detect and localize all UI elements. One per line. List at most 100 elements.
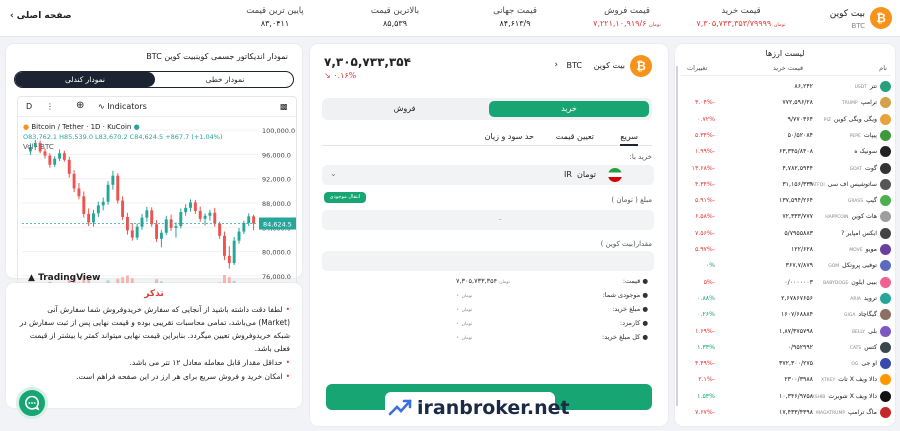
summary-value: ۷,۳۰۵,۷۳۳,۳۵۴ تومان xyxy=(456,277,510,285)
coin-icon xyxy=(880,276,891,288)
coin-icon xyxy=(880,178,891,190)
coin-list-row[interactable]: گیپGRASS ۱۳۷,۵۹۴/۲۶۴ ۵.۹۱%- xyxy=(681,193,891,208)
coin-list-row[interactable]: دالا ویف X شوبرتXSHIB ۱۰,۳۴۶/۹۷۵۸ ۱.۵۳% xyxy=(681,389,891,404)
coin-amount-input[interactable] xyxy=(322,251,654,271)
stat-low: پایین ترین قیمت ۸۳,۰۴۱۱ xyxy=(246,6,304,28)
coin-list-row[interactable]: ساتوشیس اف سیSATFOI ۳۱,۱۵۶/۳۳۹ ۴.۳۴%- xyxy=(681,177,891,192)
iran-flag-icon xyxy=(608,168,622,182)
coin-list-row[interactable]: توفیی پروتکلGOM ۳۶۷,۷/۸۷۹ ۰% xyxy=(681,258,891,273)
tab-limit[interactable]: تعیین قیمت xyxy=(556,132,594,141)
indicators-icon: ∿ xyxy=(98,102,105,111)
candle-body xyxy=(140,217,144,227)
tab-stop[interactable]: حد سود و زیان xyxy=(485,132,534,141)
amount-input[interactable]: ۰ xyxy=(322,210,654,230)
coin-icon xyxy=(880,309,891,321)
candle-body xyxy=(106,184,110,202)
indicators-button[interactable]: ∿ Indicators xyxy=(98,102,147,111)
coin-list-row[interactable]: دالا ویف X تاتXTKEY ۲۳۰۰/۳۹۸۸ ۲.۱%- xyxy=(681,372,891,387)
interval-button[interactable]: D xyxy=(26,102,32,111)
tradingview-widget[interactable]: 100,000.096,000.092,000.088,000.084,000.… xyxy=(17,96,297,309)
summary-key: ● کارمزد: xyxy=(619,319,648,327)
coin-list-row[interactable]: بلیBELLY ۱,۸۷/۳۷۵۷۹۸ ۱.۶۹%- xyxy=(681,324,891,339)
summary-key: ● قیمت: xyxy=(622,277,648,285)
candle-body xyxy=(189,202,192,208)
currency-select[interactable]: تومان IR ⌄ xyxy=(322,165,654,185)
stat-buy-price: قیمت خرید تومان ۷,۳۰۵,۷۳۳,۳۵۳/۷۹۹۹۹ xyxy=(696,6,786,28)
candle-body xyxy=(145,210,149,218)
coin-list-row[interactable]: تترUSDT ۸۶,۲۴۲ xyxy=(681,79,891,94)
coin-list-row[interactable]: گیگاچادGIGA ۱۶۰۷/۶۸۸۸۴ ۰.۲۶% xyxy=(681,307,891,322)
candle-body xyxy=(218,223,222,236)
candle-body xyxy=(203,215,207,219)
summary-value: ۰ تومان xyxy=(456,305,473,313)
candle-body xyxy=(121,200,125,217)
sell-tab[interactable]: فروش xyxy=(322,98,487,120)
coin-icon xyxy=(880,260,891,272)
notice-card: تذکر •لطفا دقت داشته باشید از آنجایی که … xyxy=(6,283,302,408)
chevron-right-icon: › xyxy=(554,60,558,70)
camera-icon[interactable]: ▩ xyxy=(280,102,288,111)
stat-high: بالاترین قیمت ۸۵,۵۳۹ xyxy=(370,6,420,28)
order-type-tabs: سریع تعیین قیمت حد سود و زیان xyxy=(322,130,652,146)
coin-icon xyxy=(880,341,891,353)
trade-card: ۷,۳۰۵,۷۳۳,۳۵۴ ↘ ۰.۱۶% ₿ بیت کوین BTC › ف… xyxy=(310,44,668,426)
coin-icon xyxy=(880,162,891,174)
coin-list-row[interactable]: ماگ ترامپMAGATRUMP ۱۷,۴۳۳/۴۳۹۸ ۷.۶۷%- xyxy=(681,405,891,420)
buy-tab[interactable]: خرید xyxy=(489,101,649,117)
chart-type-toggle: نمودار کندلی نمودار خطی xyxy=(14,71,294,88)
coin-selector[interactable]: ₿ بیت کوین BTC › xyxy=(542,54,652,80)
coin-list-title: لیست ارزها xyxy=(765,49,805,58)
candle-body xyxy=(135,226,139,238)
candle-body xyxy=(247,216,251,224)
support-chat-button[interactable] xyxy=(16,387,48,419)
coin-list-row[interactable]: هات کوینHAPPCOIN ۷۲,۳۳۳/۷۷۷ ۶.۵۸%- xyxy=(681,209,891,224)
top-bar: ‹ صفحه اصلی پایین ترین قیمت ۸۳,۰۴۱۱ بالاتر… xyxy=(0,0,900,37)
chart-card: نمودار اندیکاتور جسمی کوینبیت کوین BTC ن… xyxy=(6,44,302,309)
candle-body xyxy=(53,158,57,165)
candle-body xyxy=(252,216,256,224)
chart-legend: ● Bitcoin / Tether · 1D · KuCoin ● O83,7… xyxy=(23,123,223,151)
coin-list-row[interactable]: ویگی ویگی کوینPIZ ۹/۷۷۰۳۶۴ ۰.۷۲% xyxy=(681,112,891,127)
coin-list-row[interactable]: بیبی ایلونBABYDOGE ۰/۰۰۰۰۰۰۳ ۵%- xyxy=(681,275,891,290)
tab-candle-chart[interactable]: نمودار کندلی xyxy=(15,72,155,87)
y-tick-label: 92,000.0 xyxy=(262,176,291,184)
candle-body xyxy=(179,212,183,227)
coin-icon xyxy=(880,390,891,402)
list-scrollbar[interactable] xyxy=(676,66,678,406)
coin-icon xyxy=(880,146,891,158)
candle-body xyxy=(198,210,202,219)
home-link[interactable]: ‹ صفحه اصلی xyxy=(10,11,72,21)
add-icon[interactable]: ⊕ xyxy=(76,100,84,111)
coin-icon xyxy=(880,407,891,418)
tab-quick[interactable]: سریع xyxy=(620,132,638,146)
arrow-down-icon: ↘ xyxy=(324,71,331,80)
coin-list-row[interactable]: او جیOG ۳۷۲,۳۰۰/۲۷۵ ۴.۴۹%- xyxy=(681,356,891,371)
summary-value: ۰ تومان xyxy=(456,319,473,327)
coin-list-row[interactable]: مویوMOVE ۱۲۲/۶۲۸ ۵.۹۷%- xyxy=(681,242,891,257)
coin-list-row[interactable]: ترویدARIA ۲,۶۷۸۶۷۶۵۶ ۰.۸۸% xyxy=(681,291,891,306)
candle-style-icon[interactable]: ⋮ xyxy=(46,102,54,111)
candle-body xyxy=(43,151,47,156)
coin-list-row[interactable]: گوتGOAT ۴,۷۸۲,۵۹۴۴ ۱۳.۶۸%- xyxy=(681,161,891,176)
stat-sell-price: قیمت فروش تومان ۷,۲۲۱,۱۰,۹۱۹/۶ xyxy=(593,6,661,28)
candle-body xyxy=(62,153,66,160)
coin-list-row[interactable]: پیپاتPEPE ۵۰/۵۲۰۸۴ ۵.۳۴%- xyxy=(681,128,891,143)
coin-icon xyxy=(880,113,891,125)
candle-body xyxy=(82,196,86,214)
candle-body xyxy=(116,175,120,201)
coin-list-row[interactable]: ایکس امپایر ? ۵/۷۹۵۵۸۸۳ ۷.۵۶%- xyxy=(681,226,891,241)
stat-global: قیمت جهانی ۸۴,۶۱۳/۹ xyxy=(493,6,537,28)
transfer-inventory-button[interactable]: انتقال موجودی xyxy=(324,192,366,203)
candle-body xyxy=(77,188,81,197)
tab-line-chart[interactable]: نمودار خطی xyxy=(155,72,293,87)
coin-icon xyxy=(880,358,891,370)
summary-value: ۰ تومان xyxy=(456,333,473,341)
coin-list-row[interactable]: کتسCATS ۰/۹۵۲۹۹۲ ۱.۳۳% xyxy=(681,340,891,355)
coin-list-row[interactable]: سونیک ه ۶۳,۳۴۵/۸۴۰۸ ۱.۹۹%- xyxy=(681,144,891,159)
candle-body xyxy=(48,155,52,165)
coin-icon xyxy=(880,211,891,223)
last-price-label: 84,624.5 xyxy=(263,221,292,229)
coin-list-row[interactable]: ترامپTRUMP ۷۷۲,۵۹۶/۲۸ ۳.۰۴%- xyxy=(681,95,891,110)
bitcoin-icon: ₿ xyxy=(630,55,652,77)
summary-key: ● مبلغ خرید: xyxy=(612,305,648,313)
